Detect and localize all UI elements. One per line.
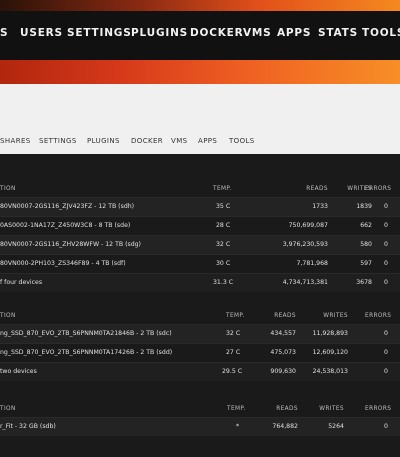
subnav-item-tools[interactable]: TOOLS — [229, 137, 255, 145]
header-temp: TEMP. — [213, 186, 232, 192]
total-errors: 0 — [384, 368, 388, 375]
table-header: TION TEMP. READS WRITES ERRORS — [0, 183, 400, 197]
device-reads: 434,557 — [270, 330, 296, 337]
device-reads: 3,976,230,593 — [282, 241, 328, 248]
table-header: TION TEMP. READS WRITES ERRORS — [0, 403, 400, 417]
device-temp: 28 C — [216, 222, 231, 229]
header-temp: TEMP. — [226, 313, 245, 319]
device-writes: 597 — [360, 260, 372, 267]
table-row: r_Fit - 32 GB (sdb) * 764,882 5264 0 — [0, 417, 400, 436]
table-row: ng_SSD_870_EVO_2TB_S6PNNM0TA21846B - 2 T… — [0, 324, 400, 343]
nav-item-tools[interactable]: TOOLS — [362, 27, 400, 39]
device-errors: 0 — [384, 349, 388, 356]
device-name: ng_SSD_870_EVO_2TB_S6PNNM0TA21846B - 2 T… — [0, 330, 172, 337]
nav-item-s[interactable]: S — [0, 27, 8, 39]
device-errors: 0 — [384, 330, 388, 337]
subnav-item-apps[interactable]: APPS — [198, 137, 217, 145]
header-writes: WRITES — [319, 406, 344, 412]
device-writes: 580 — [360, 241, 372, 248]
table-header: TION TEMP. READS WRITES ERRORS — [0, 310, 400, 324]
device-reads: 7,781,968 — [296, 260, 329, 267]
table-row: 80VN000-2PH103_ZS346F89 - 4 TB (sdf) 30 … — [0, 254, 400, 273]
device-name: 80VN0007-2GS116_ZHV28WFW - 12 TB (sdg) — [0, 241, 141, 248]
header-accent-strip — [0, 0, 400, 11]
subnav-item-docker[interactable]: DOCKER — [131, 137, 163, 145]
device-writes: 5264 — [328, 423, 344, 430]
device-writes: 12,609,120 — [312, 349, 348, 356]
header-device: TION — [0, 186, 16, 192]
table-total-row: f four devices 31.3 C 4,734,713,381 3678… — [0, 273, 400, 292]
device-name: 0AS0002-1NA17Z_Z450W3C8 - 8 TB (sde) — [0, 222, 131, 229]
header-reads: READS — [274, 313, 296, 319]
header-temp: TEMP. — [227, 406, 246, 412]
nav-item-users[interactable]: USERS — [20, 27, 63, 39]
total-reads: 909,630 — [270, 368, 296, 375]
total-reads: 4,734,713,381 — [282, 279, 328, 286]
device-writes: 1839 — [356, 203, 372, 210]
header-reads: READS — [276, 406, 298, 412]
flash-device-table: TION TEMP. READS WRITES ERRORS r_Fit - 3… — [0, 403, 400, 436]
total-label: two devices — [0, 368, 37, 375]
table-row: 80VN0007-2GS116_ZHV28WFW - 12 TB (sdg) 3… — [0, 235, 400, 254]
subnav-item-vms[interactable]: VMS — [171, 137, 187, 145]
device-errors: 0 — [384, 260, 388, 267]
device-temp: 32 C — [216, 241, 231, 248]
device-reads: 750,699,087 — [288, 222, 328, 229]
array-devices-table: TION TEMP. READS WRITES ERRORS 80VN0007-… — [0, 183, 400, 292]
device-errors: 0 — [384, 222, 388, 229]
total-errors: 0 — [384, 279, 388, 286]
device-temp: 30 C — [216, 260, 231, 267]
header-errors: ERRORS — [365, 406, 392, 412]
total-writes: 3678 — [356, 279, 372, 286]
header-device: TION — [0, 406, 16, 412]
header-errors: ERRORS — [365, 186, 392, 192]
nav-item-vms[interactable]: VMS — [243, 27, 272, 39]
header-device: TION — [0, 313, 16, 319]
header-reads: READS — [306, 186, 328, 192]
device-temp: 27 C — [226, 349, 241, 356]
nav-item-stats[interactable]: STATS — [318, 27, 358, 39]
subnav-item-plugins[interactable]: PLUGINS — [87, 137, 120, 145]
device-errors: 0 — [384, 241, 388, 248]
subnav-item-shares[interactable]: SHARES — [0, 137, 31, 145]
device-temp: 35 C — [216, 203, 231, 210]
top-header: S USERS SETTINGS PLUGINS DOCKER VMS APPS… — [0, 0, 400, 68]
nav-item-docker[interactable]: DOCKER — [190, 27, 244, 39]
device-writes: 662 — [360, 222, 372, 229]
device-temp: 32 C — [226, 330, 241, 337]
device-name: 80VN0007-2GS116_ZJV423FZ - 12 TB (sdh) — [0, 203, 135, 210]
device-reads: 475,073 — [270, 349, 296, 356]
table-total-row: two devices 29.5 C 909,630 24,538,013 0 — [0, 362, 400, 381]
cache-devices-table: TION TEMP. READS WRITES ERRORS ng_SSD_87… — [0, 310, 400, 381]
total-writes: 24,538,013 — [312, 368, 348, 375]
table-row: ng_SSD_870_EVO_2TB_S6PNNM0TA17426B - 2 T… — [0, 343, 400, 362]
header-errors: ERRORS — [365, 313, 392, 319]
device-name: 80VN000-2PH103_ZS346F89 - 4 TB (sdf) — [0, 260, 126, 267]
device-name: r_Fit - 32 GB (sdb) — [0, 423, 56, 430]
device-reads: 1733 — [312, 203, 328, 210]
total-temp: 29.5 C — [222, 368, 243, 375]
nav-item-apps[interactable]: APPS — [277, 27, 311, 39]
orange-banner — [0, 60, 400, 84]
device-reads: 764,882 — [272, 423, 298, 430]
header-writes: WRITES — [323, 313, 348, 319]
table-row: 80VN0007-2GS116_ZJV423FZ - 12 TB (sdh) 3… — [0, 197, 400, 216]
device-writes: 11,928,893 — [312, 330, 348, 337]
device-errors: 0 — [384, 423, 388, 430]
total-label: f four devices — [0, 279, 43, 286]
nav-item-plugins[interactable]: PLUGINS — [131, 27, 188, 39]
device-errors: 0 — [384, 203, 388, 210]
subnav-item-settings[interactable]: SETTINGS — [39, 137, 77, 145]
nav-item-settings[interactable]: SETTINGS — [67, 27, 132, 39]
total-temp: 31.3 C — [213, 279, 234, 286]
device-name: ng_SSD_870_EVO_2TB_S6PNNM0TA17426B - 2 T… — [0, 349, 173, 356]
device-temp: * — [236, 423, 240, 430]
table-row: 0AS0002-1NA17Z_Z450W3C8 - 8 TB (sde) 28 … — [0, 216, 400, 235]
